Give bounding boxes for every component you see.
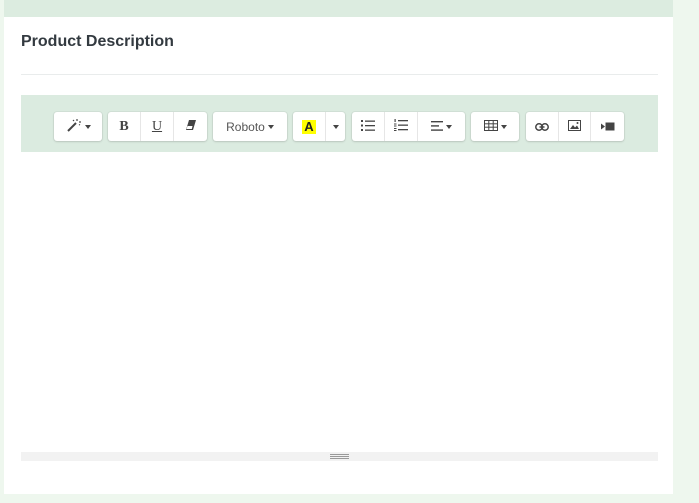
- magic-wand-icon: [66, 118, 82, 135]
- rich-text-editor: B U Roboto A: [21, 95, 658, 461]
- product-description-card: Product Description B U Roboto A: [4, 0, 673, 494]
- bold-button[interactable]: B: [108, 112, 141, 141]
- link-icon: [535, 119, 549, 134]
- align-left-icon: [431, 119, 443, 134]
- insert-picture-button[interactable]: [559, 112, 591, 141]
- title-divider: [21, 74, 658, 75]
- editor-content-area[interactable]: [21, 152, 658, 452]
- font-style-group: B U: [108, 112, 207, 141]
- insert-group: [526, 112, 624, 141]
- chevron-down-icon: [84, 124, 91, 129]
- ordered-list-button[interactable]: [385, 112, 418, 141]
- chevron-down-icon: [500, 124, 507, 129]
- insert-video-button[interactable]: [591, 112, 624, 141]
- paragraph-group: [352, 112, 465, 141]
- eraser-icon: [185, 119, 197, 134]
- table-group: [471, 112, 519, 141]
- unordered-list-icon: [361, 119, 375, 134]
- table-dropdown-button[interactable]: [471, 112, 519, 141]
- highlight-color-button[interactable]: A: [293, 112, 326, 141]
- style-group: [54, 112, 102, 141]
- card-top-bar: [4, 0, 673, 17]
- font-family-label: Roboto: [226, 119, 265, 134]
- editor-toolbar: B U Roboto A: [21, 95, 658, 152]
- style-dropdown-button[interactable]: [54, 112, 102, 141]
- grip-icon: [330, 454, 349, 459]
- font-family-group: Roboto: [213, 112, 287, 141]
- highlight-color-icon: A: [302, 118, 316, 134]
- font-family-dropdown[interactable]: Roboto: [213, 112, 287, 141]
- clear-format-button[interactable]: [174, 112, 207, 141]
- insert-link-button[interactable]: [526, 112, 559, 141]
- unordered-list-button[interactable]: [352, 112, 385, 141]
- chevron-down-icon: [267, 124, 274, 129]
- chevron-down-icon: [446, 124, 452, 129]
- video-icon: [600, 119, 615, 134]
- underline-button[interactable]: U: [141, 112, 174, 141]
- card-title: Product Description: [21, 33, 174, 50]
- chevron-down-icon: [332, 124, 339, 129]
- picture-icon: [568, 119, 581, 134]
- page-background-strip: [673, 0, 699, 503]
- color-dropdown-button[interactable]: [326, 112, 345, 141]
- align-dropdown-button[interactable]: [418, 112, 465, 141]
- ordered-list-icon: [394, 119, 408, 134]
- table-icon: [483, 119, 498, 134]
- editor-resize-handle[interactable]: [21, 452, 658, 461]
- color-group: A: [293, 112, 345, 141]
